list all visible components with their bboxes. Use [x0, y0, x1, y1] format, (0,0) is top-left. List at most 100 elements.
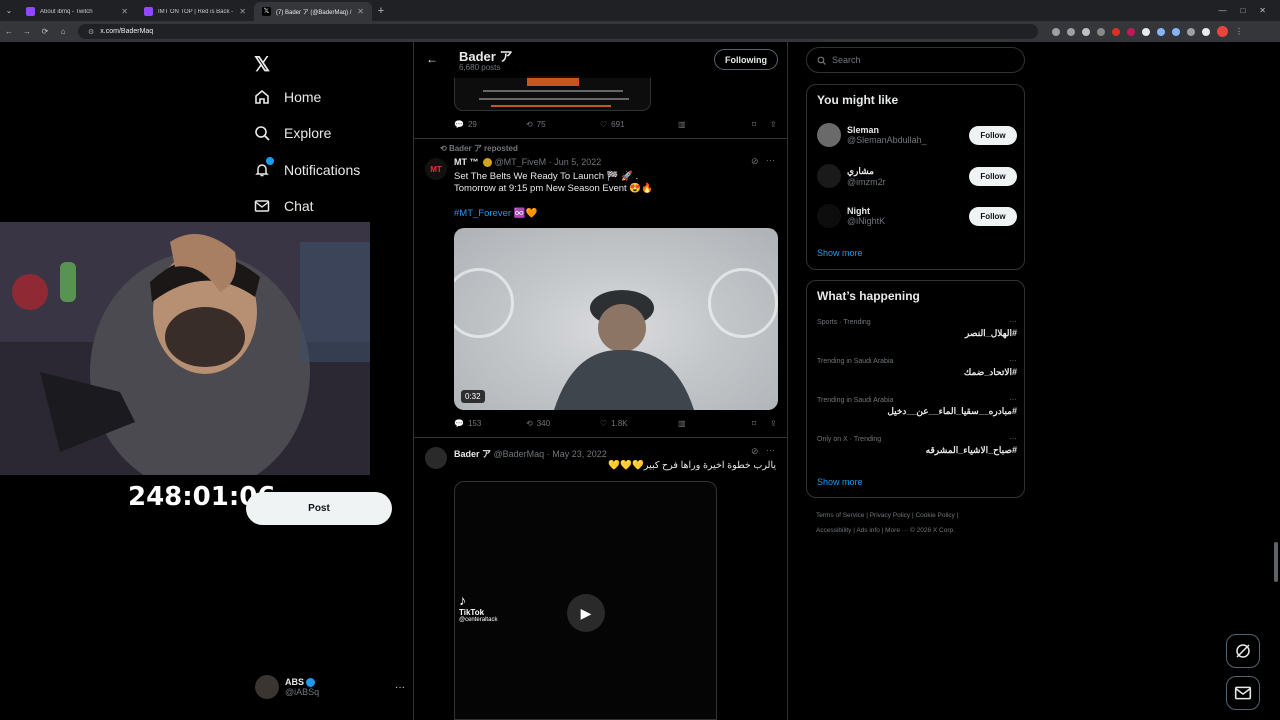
extension-icon[interactable] — [1067, 27, 1075, 36]
minimize-icon[interactable]: — — [1218, 6, 1226, 15]
grok-icon[interactable]: ⊘ — [751, 156, 759, 167]
follow-button[interactable]: Follow — [969, 125, 1017, 145]
nav-home[interactable]: Home — [253, 88, 321, 106]
panel-title: You might like — [817, 93, 899, 107]
menu-kebab-icon[interactable]: ⋮ — [1235, 27, 1243, 36]
extension-icon[interactable] — [1052, 27, 1060, 36]
notification-badge — [266, 157, 274, 165]
trend-item[interactable]: Sports · Trending ··· #الهلال_النصر — [817, 317, 1017, 339]
reply-icon: 💬 — [454, 419, 464, 428]
grok-icon[interactable]: ⊘ — [751, 446, 759, 457]
verified-gold-icon — [483, 158, 493, 168]
reply-button[interactable]: 💬 29 — [454, 120, 526, 129]
nav-chat[interactable]: Chat — [253, 197, 314, 215]
show-more-link[interactable]: Show more — [817, 477, 863, 487]
repost-button[interactable]: ⟲ 340 — [526, 419, 600, 428]
messages-button[interactable] — [1226, 676, 1260, 710]
suggested-user[interactable]: Sleman @SlemanAbdullah_ Follow — [817, 120, 1017, 150]
share-button[interactable]: ⇪ — [770, 419, 777, 428]
extension-icon[interactable] — [1142, 27, 1150, 36]
mail-icon — [253, 197, 271, 215]
back-icon[interactable]: ← — [0, 27, 18, 36]
back-arrow-icon[interactable]: ← — [426, 52, 438, 66]
more-icon[interactable]: ··· — [1009, 434, 1017, 443]
tweet-video[interactable]: 0:32 — [454, 228, 778, 410]
more-icon[interactable]: ··· — [1009, 356, 1017, 365]
tweet-text: Tomorrow at 9:15 pm New Season Event 😍🔥 — [454, 183, 653, 194]
extension-icon[interactable] — [1112, 27, 1120, 36]
extension-icon[interactable] — [1157, 27, 1165, 36]
bookmark-star-icon[interactable] — [1082, 27, 1090, 36]
x-favicon-icon: 𝕏 — [262, 7, 271, 16]
close-window-icon[interactable]: ✕ — [1259, 6, 1266, 15]
page-scrollbar[interactable] — [1274, 542, 1278, 582]
nav-notifications[interactable]: Notifications — [253, 157, 360, 179]
post-button[interactable]: Post — [246, 492, 392, 525]
trend-item[interactable]: Trending in Saudi Arabia ··· #الاتحاد_ضم… — [817, 356, 1017, 378]
twitch-favicon-icon — [26, 7, 35, 16]
like-button[interactable]: ♡ 1.8K — [600, 419, 678, 428]
tiktok-embed[interactable]: ♪ TikTok @centeraltack ▶ — [454, 481, 717, 720]
suggested-user[interactable]: مشاري @imzm2r Follow — [817, 161, 1017, 191]
close-tab-icon[interactable]: ✕ — [239, 7, 246, 16]
share-button[interactable]: ⇪ — [770, 120, 777, 129]
maximize-icon[interactable]: □ — [1240, 6, 1245, 15]
x-logo-icon[interactable]: 𝕏 — [254, 52, 270, 77]
trend-item[interactable]: Trending in Saudi Arabia ··· #مبادره__سق… — [817, 395, 1017, 417]
avatar[interactable] — [425, 447, 447, 469]
bell-icon — [253, 157, 274, 179]
avatar[interactable]: MT — [425, 158, 447, 180]
url-input[interactable]: ⚙ x.com/BaderMaq — [78, 24, 1038, 39]
more-icon[interactable]: ··· — [1009, 317, 1017, 326]
puzzle-icon[interactable] — [1187, 27, 1195, 36]
views-button[interactable]: ▥ — [678, 120, 752, 129]
mail-icon — [1234, 686, 1252, 700]
search-input[interactable]: Search — [806, 47, 1025, 73]
extension-icon[interactable] — [1172, 27, 1180, 36]
bookmark-button[interactable]: ⌑ — [752, 419, 770, 428]
tweet-actions: 💬 29 ⟲ 75 ♡ 691 ▥ ⌑ ⇪ — [454, 120, 784, 129]
follow-button[interactable]: Follow — [969, 166, 1017, 186]
more-icon[interactable]: ··· — [395, 682, 405, 693]
grok-button[interactable] — [1226, 634, 1260, 668]
more-icon[interactable]: ··· — [766, 445, 775, 455]
like-button[interactable]: ♡ 691 — [600, 120, 678, 129]
forward-icon[interactable]: → — [18, 27, 36, 36]
repost-button[interactable]: ⟲ 75 — [526, 120, 600, 129]
repost-indicator: ⟲ Bader ア reposted — [440, 144, 518, 153]
home-browser-icon[interactable]: ⌂ — [54, 27, 72, 36]
close-tab-icon[interactable]: ✕ — [121, 7, 128, 16]
sidebar-icon[interactable] — [1202, 27, 1210, 36]
account-switcher[interactable]: ABS @iABSq ··· — [255, 675, 405, 699]
repost-icon: ⟲ — [526, 120, 533, 129]
tiktok-logo-icon: ♪ — [459, 592, 466, 608]
tweet-text: يالرب خطوة اخيرة وراها فرح كبير💛💛💛 — [608, 460, 776, 471]
browser-tab-active[interactable]: 𝕏 (7) Bader ア (@BaderMaq) / X ✕ — [254, 2, 372, 21]
browser-tab[interactable]: About ibmq - Twitch ✕ — [18, 2, 136, 21]
hashtag-link[interactable]: #MT_Forever ♾️🧡 — [454, 208, 537, 219]
extension-icon[interactable] — [1097, 27, 1105, 36]
new-tab-icon[interactable]: + — [372, 5, 390, 17]
show-more-link[interactable]: Show more — [817, 248, 863, 258]
twitch-favicon-icon — [144, 7, 153, 16]
more-icon[interactable]: ··· — [1009, 395, 1017, 404]
reload-icon[interactable]: ⟳ — [36, 27, 54, 36]
trend-item[interactable]: Only on X · Trending ··· #صباح_الاشياء_ا… — [817, 434, 1017, 456]
extension-icon[interactable] — [1127, 27, 1135, 36]
footer-links[interactable]: Accessibility | Ads info | More ··· © 20… — [816, 527, 955, 534]
play-button[interactable]: ▶ — [567, 594, 605, 632]
following-button[interactable]: Following — [714, 49, 778, 70]
profile-avatar-icon[interactable] — [1217, 26, 1228, 37]
footer-links[interactable]: Terms of Service | Privacy Policy | Cook… — [816, 512, 958, 519]
nav-explore[interactable]: Explore — [253, 124, 331, 142]
site-info-icon[interactable]: ⚙ — [88, 28, 94, 36]
tab-search-icon[interactable]: ⌄ — [0, 6, 18, 15]
more-icon[interactable]: ··· — [766, 155, 775, 165]
browser-tab[interactable]: IMT ON TOP | Red is Back - Twi… ✕ — [136, 2, 254, 21]
suggested-user[interactable]: Night @iNightK Follow — [817, 201, 1017, 231]
close-tab-icon[interactable]: ✕ — [357, 7, 364, 16]
bookmark-button[interactable]: ⌑ — [752, 120, 770, 129]
reply-button[interactable]: 💬 153 — [454, 419, 526, 428]
views-button[interactable]: ▥ — [678, 419, 752, 428]
follow-button[interactable]: Follow — [969, 206, 1017, 226]
